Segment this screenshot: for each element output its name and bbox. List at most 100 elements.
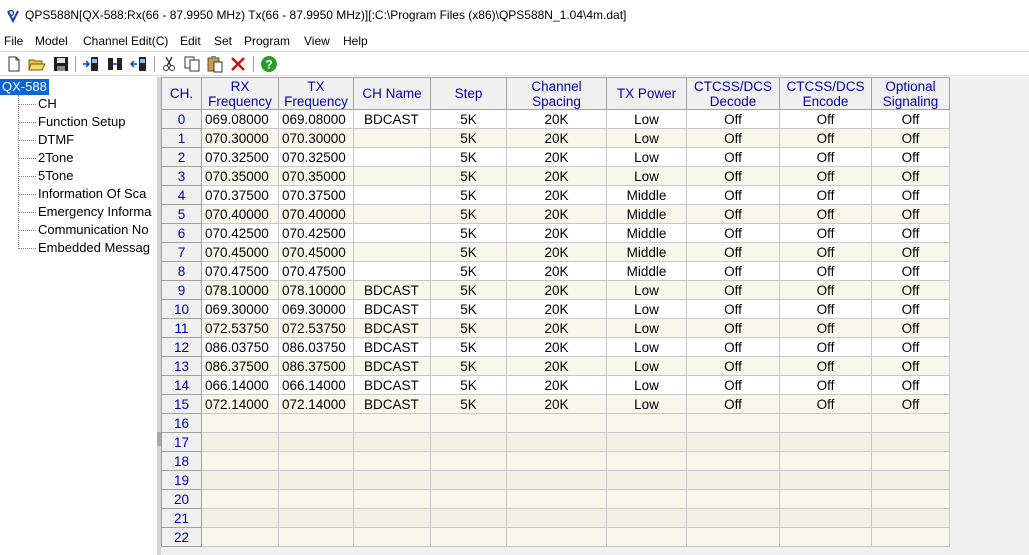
cell-step[interactable]: 5K: [430, 223, 507, 243]
cell-tx-power[interactable]: Low: [606, 109, 687, 129]
cell-channel-number[interactable]: 18: [161, 451, 202, 471]
cell-channel-number[interactable]: 14: [161, 375, 202, 395]
cell-ctcss-decode[interactable]: Off: [686, 318, 780, 338]
cell-tx-frequency[interactable]: 070.30000: [278, 128, 354, 148]
cell-tx-frequency[interactable]: 086.37500: [278, 356, 354, 376]
cell-ctcss-encode[interactable]: [779, 508, 872, 528]
menu-model[interactable]: Model: [35, 34, 68, 48]
cell-optional-signaling[interactable]: Off: [871, 242, 950, 262]
cell-channel-spacing[interactable]: 20K: [506, 280, 607, 300]
cell-channel-number[interactable]: 8: [161, 261, 202, 281]
cell-rx-frequency[interactable]: 069.30000: [201, 299, 279, 319]
cell-tx-power[interactable]: [606, 451, 687, 471]
cell-tx-power[interactable]: Middle: [606, 185, 687, 205]
cell-ctcss-decode[interactable]: Off: [686, 280, 780, 300]
cell-ch-name[interactable]: BDCAST: [353, 375, 431, 395]
cell-channel-number[interactable]: 6: [161, 223, 202, 243]
cell-optional-signaling[interactable]: Off: [871, 204, 950, 224]
cell-optional-signaling[interactable]: Off: [871, 166, 950, 186]
header-ch[interactable]: CH.: [161, 77, 202, 110]
cell-ctcss-decode[interactable]: Off: [686, 299, 780, 319]
cell-channel-number[interactable]: 4: [161, 185, 202, 205]
menu-edit[interactable]: Edit: [180, 34, 201, 48]
cell-tx-frequency[interactable]: 069.30000: [278, 299, 354, 319]
cell-ch-name[interactable]: BDCAST: [353, 299, 431, 319]
table-row[interactable]: 3 070.35000 070.35000 5K 20K Low Off Off Off: [161, 166, 950, 186]
cell-ch-name[interactable]: [353, 432, 431, 452]
cell-rx-frequency[interactable]: 070.35000: [201, 166, 279, 186]
cell-tx-frequency[interactable]: 070.45000: [278, 242, 354, 262]
cell-tx-frequency[interactable]: [278, 527, 354, 547]
header-tx-frequency[interactable]: TX Frequency: [278, 77, 354, 110]
cell-ctcss-encode[interactable]: Off: [779, 261, 872, 281]
cell-channel-number[interactable]: 5: [161, 204, 202, 224]
cell-rx-frequency[interactable]: 070.42500: [201, 223, 279, 243]
cell-optional-signaling[interactable]: [871, 432, 950, 452]
cell-ch-name[interactable]: [353, 242, 431, 262]
cell-channel-number[interactable]: 16: [161, 413, 202, 433]
cell-optional-signaling[interactable]: Off: [871, 147, 950, 167]
radio-settings-icon[interactable]: [106, 55, 124, 73]
cell-ch-name[interactable]: [353, 147, 431, 167]
table-row[interactable]: 10 069.30000 069.30000 BDCAST 5K 20K Low Off Off…: [161, 299, 950, 319]
cell-optional-signaling[interactable]: [871, 508, 950, 528]
table-row[interactable]: 12 086.03750 086.03750 BDCAST 5K 20K Low Off Off…: [161, 337, 950, 357]
cell-ctcss-encode[interactable]: Off: [779, 166, 872, 186]
cell-ch-name[interactable]: [353, 470, 431, 490]
cell-optional-signaling[interactable]: [871, 451, 950, 471]
delete-icon[interactable]: [229, 55, 247, 73]
cell-ctcss-decode[interactable]: Off: [686, 375, 780, 395]
cell-rx-frequency[interactable]: 086.03750: [201, 337, 279, 357]
cell-rx-frequency[interactable]: [201, 413, 279, 433]
table-row[interactable]: 6 070.42500 070.42500 5K 20K Middle Off Off Off: [161, 223, 950, 243]
cell-channel-spacing[interactable]: [506, 508, 607, 528]
cell-tx-frequency[interactable]: [278, 413, 354, 433]
cell-tx-frequency[interactable]: [278, 489, 354, 509]
cell-ctcss-decode[interactable]: Off: [686, 337, 780, 357]
cell-ctcss-decode[interactable]: Off: [686, 166, 780, 186]
cell-step[interactable]: 5K: [430, 299, 507, 319]
cell-rx-frequency[interactable]: 072.53750: [201, 318, 279, 338]
cell-tx-power[interactable]: [606, 489, 687, 509]
cell-channel-spacing[interactable]: [506, 489, 607, 509]
cell-tx-power[interactable]: Low: [606, 318, 687, 338]
cut-icon[interactable]: [160, 55, 178, 73]
save-disk-icon[interactable]: [52, 55, 70, 73]
cell-ctcss-decode[interactable]: [686, 508, 780, 528]
cell-tx-power[interactable]: Low: [606, 394, 687, 414]
cell-ctcss-decode[interactable]: [686, 451, 780, 471]
cell-channel-spacing[interactable]: 20K: [506, 147, 607, 167]
cell-step[interactable]: [430, 527, 507, 547]
header-rx-frequency[interactable]: RX Frequency: [201, 77, 279, 110]
cell-optional-signaling[interactable]: Off: [871, 185, 950, 205]
table-row[interactable]: 17: [161, 432, 950, 452]
cell-ctcss-encode[interactable]: [779, 527, 872, 547]
menu-view[interactable]: View: [304, 34, 330, 48]
cell-step[interactable]: 5K: [430, 356, 507, 376]
cell-step[interactable]: [430, 413, 507, 433]
cell-tx-power[interactable]: [606, 508, 687, 528]
cell-optional-signaling[interactable]: Off: [871, 394, 950, 414]
cell-channel-spacing[interactable]: 20K: [506, 394, 607, 414]
cell-tx-power[interactable]: Low: [606, 337, 687, 357]
cell-channel-number[interactable]: 13: [161, 356, 202, 376]
table-row[interactable]: 22: [161, 527, 950, 547]
cell-channel-number[interactable]: 11: [161, 318, 202, 338]
tree-item-function-setup[interactable]: Function Setup: [38, 113, 125, 131]
cell-rx-frequency[interactable]: [201, 527, 279, 547]
cell-rx-frequency[interactable]: 070.47500: [201, 261, 279, 281]
cell-channel-spacing[interactable]: 20K: [506, 109, 607, 129]
cell-tx-power[interactable]: [606, 470, 687, 490]
cell-rx-frequency[interactable]: [201, 508, 279, 528]
header-step[interactable]: Step: [430, 77, 507, 110]
cell-tx-frequency[interactable]: 072.14000: [278, 394, 354, 414]
table-row[interactable]: 2 070.32500 070.32500 5K 20K Low Off Off Off: [161, 147, 950, 167]
cell-tx-frequency[interactable]: 086.03750: [278, 337, 354, 357]
cell-step[interactable]: [430, 508, 507, 528]
header-tx-power[interactable]: TX Power: [606, 77, 687, 110]
cell-channel-spacing[interactable]: [506, 413, 607, 433]
cell-ctcss-encode[interactable]: Off: [779, 185, 872, 205]
cell-ctcss-decode[interactable]: Off: [686, 261, 780, 281]
header-ch-name[interactable]: CH Name: [353, 77, 431, 110]
tree-item-emergency-information[interactable]: Emergency Informa: [38, 203, 151, 221]
